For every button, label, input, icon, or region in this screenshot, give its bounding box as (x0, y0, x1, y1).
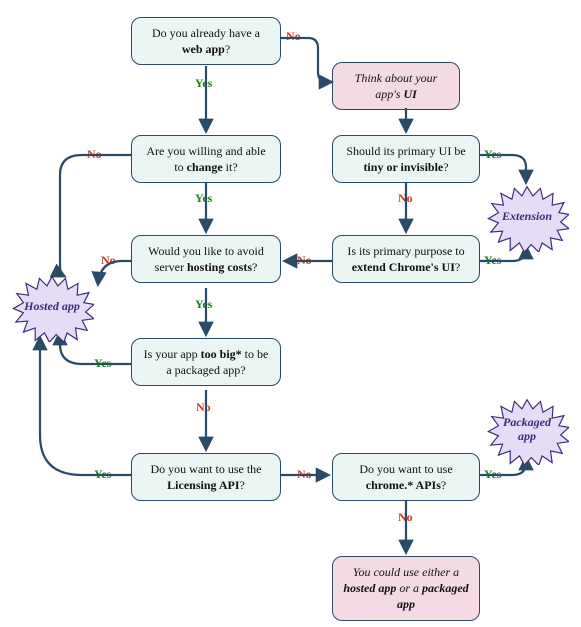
result-hosted-app: Hosted app (10, 275, 94, 339)
text: ? (443, 160, 448, 174)
edge-label: No (87, 147, 102, 162)
edge-label: Yes (484, 467, 501, 482)
node-q-tiny: Should its primary UI be tiny or invisib… (332, 135, 480, 183)
node-q-chromeapi: Do you want to use chrome.* APIs? (332, 453, 480, 501)
node-think-ui: Think about your app's UI (332, 62, 460, 110)
text: Do you want to use the (151, 462, 262, 476)
text: ? (455, 260, 460, 274)
node-q-change: Are you willing and able to change it? (131, 135, 281, 183)
node-q-hosting: Would you like to avoid server hosting c… (131, 235, 281, 283)
bold: chrome.* APIs (366, 478, 441, 492)
edge-label: Yes (195, 297, 212, 312)
node-q-toobig: Is your app too big* to be a packaged ap… (131, 338, 281, 386)
edge-label: Yes (484, 253, 501, 268)
node-q-licensing: Do you want to use the Licensing API? (131, 453, 281, 501)
edge-label: Yes (94, 467, 111, 482)
text: ? (441, 478, 446, 492)
label: Packaged app (485, 416, 569, 444)
edge-label: Yes (94, 356, 111, 371)
text: ? (225, 42, 230, 56)
bold: too big* (201, 347, 242, 361)
bold: change (187, 160, 223, 174)
bold: tiny or invisible (363, 160, 443, 174)
text: Is your app (144, 347, 201, 361)
node-q-extend: Is its primary purpose to extend Chrome'… (332, 235, 480, 283)
label: Hosted app (16, 300, 88, 314)
edge-label: No (101, 253, 116, 268)
edge-label: No (398, 510, 413, 525)
edge-label: Yes (484, 147, 501, 162)
text: Do you already have a (152, 26, 260, 40)
edge-label: No (398, 191, 413, 206)
bold: web app (182, 42, 225, 56)
result-packaged-app: Packaged app (485, 398, 569, 462)
edge-label: Yes (195, 191, 212, 206)
text: it? (223, 160, 238, 174)
text: Is its primary purpose to (347, 244, 464, 258)
result-extension: Extension (485, 185, 569, 249)
text: Think about your app's (355, 71, 438, 101)
label: Extension (494, 210, 560, 224)
edge-label: No (196, 400, 211, 415)
bold: extend Chrome's UI (352, 260, 455, 274)
edge-label: No (297, 253, 312, 268)
bold: hosting costs (187, 260, 252, 274)
bold: UI (403, 87, 416, 101)
node-q-webapp: Do you already have a web app? (131, 17, 281, 65)
node-either: You could use either a hosted app or a p… (332, 556, 480, 621)
text: ? (252, 260, 257, 274)
edge-label: Yes (195, 76, 212, 91)
text: or a (396, 581, 422, 595)
bold: Licensing API (167, 478, 239, 492)
text: Should its primary UI be (346, 144, 465, 158)
text: ? (240, 478, 245, 492)
bold: hosted app (343, 581, 396, 595)
text: Do you want to use (359, 462, 452, 476)
text: You could use either a (353, 565, 459, 579)
edge-label: No (286, 29, 301, 44)
edge-label: No (297, 467, 312, 482)
